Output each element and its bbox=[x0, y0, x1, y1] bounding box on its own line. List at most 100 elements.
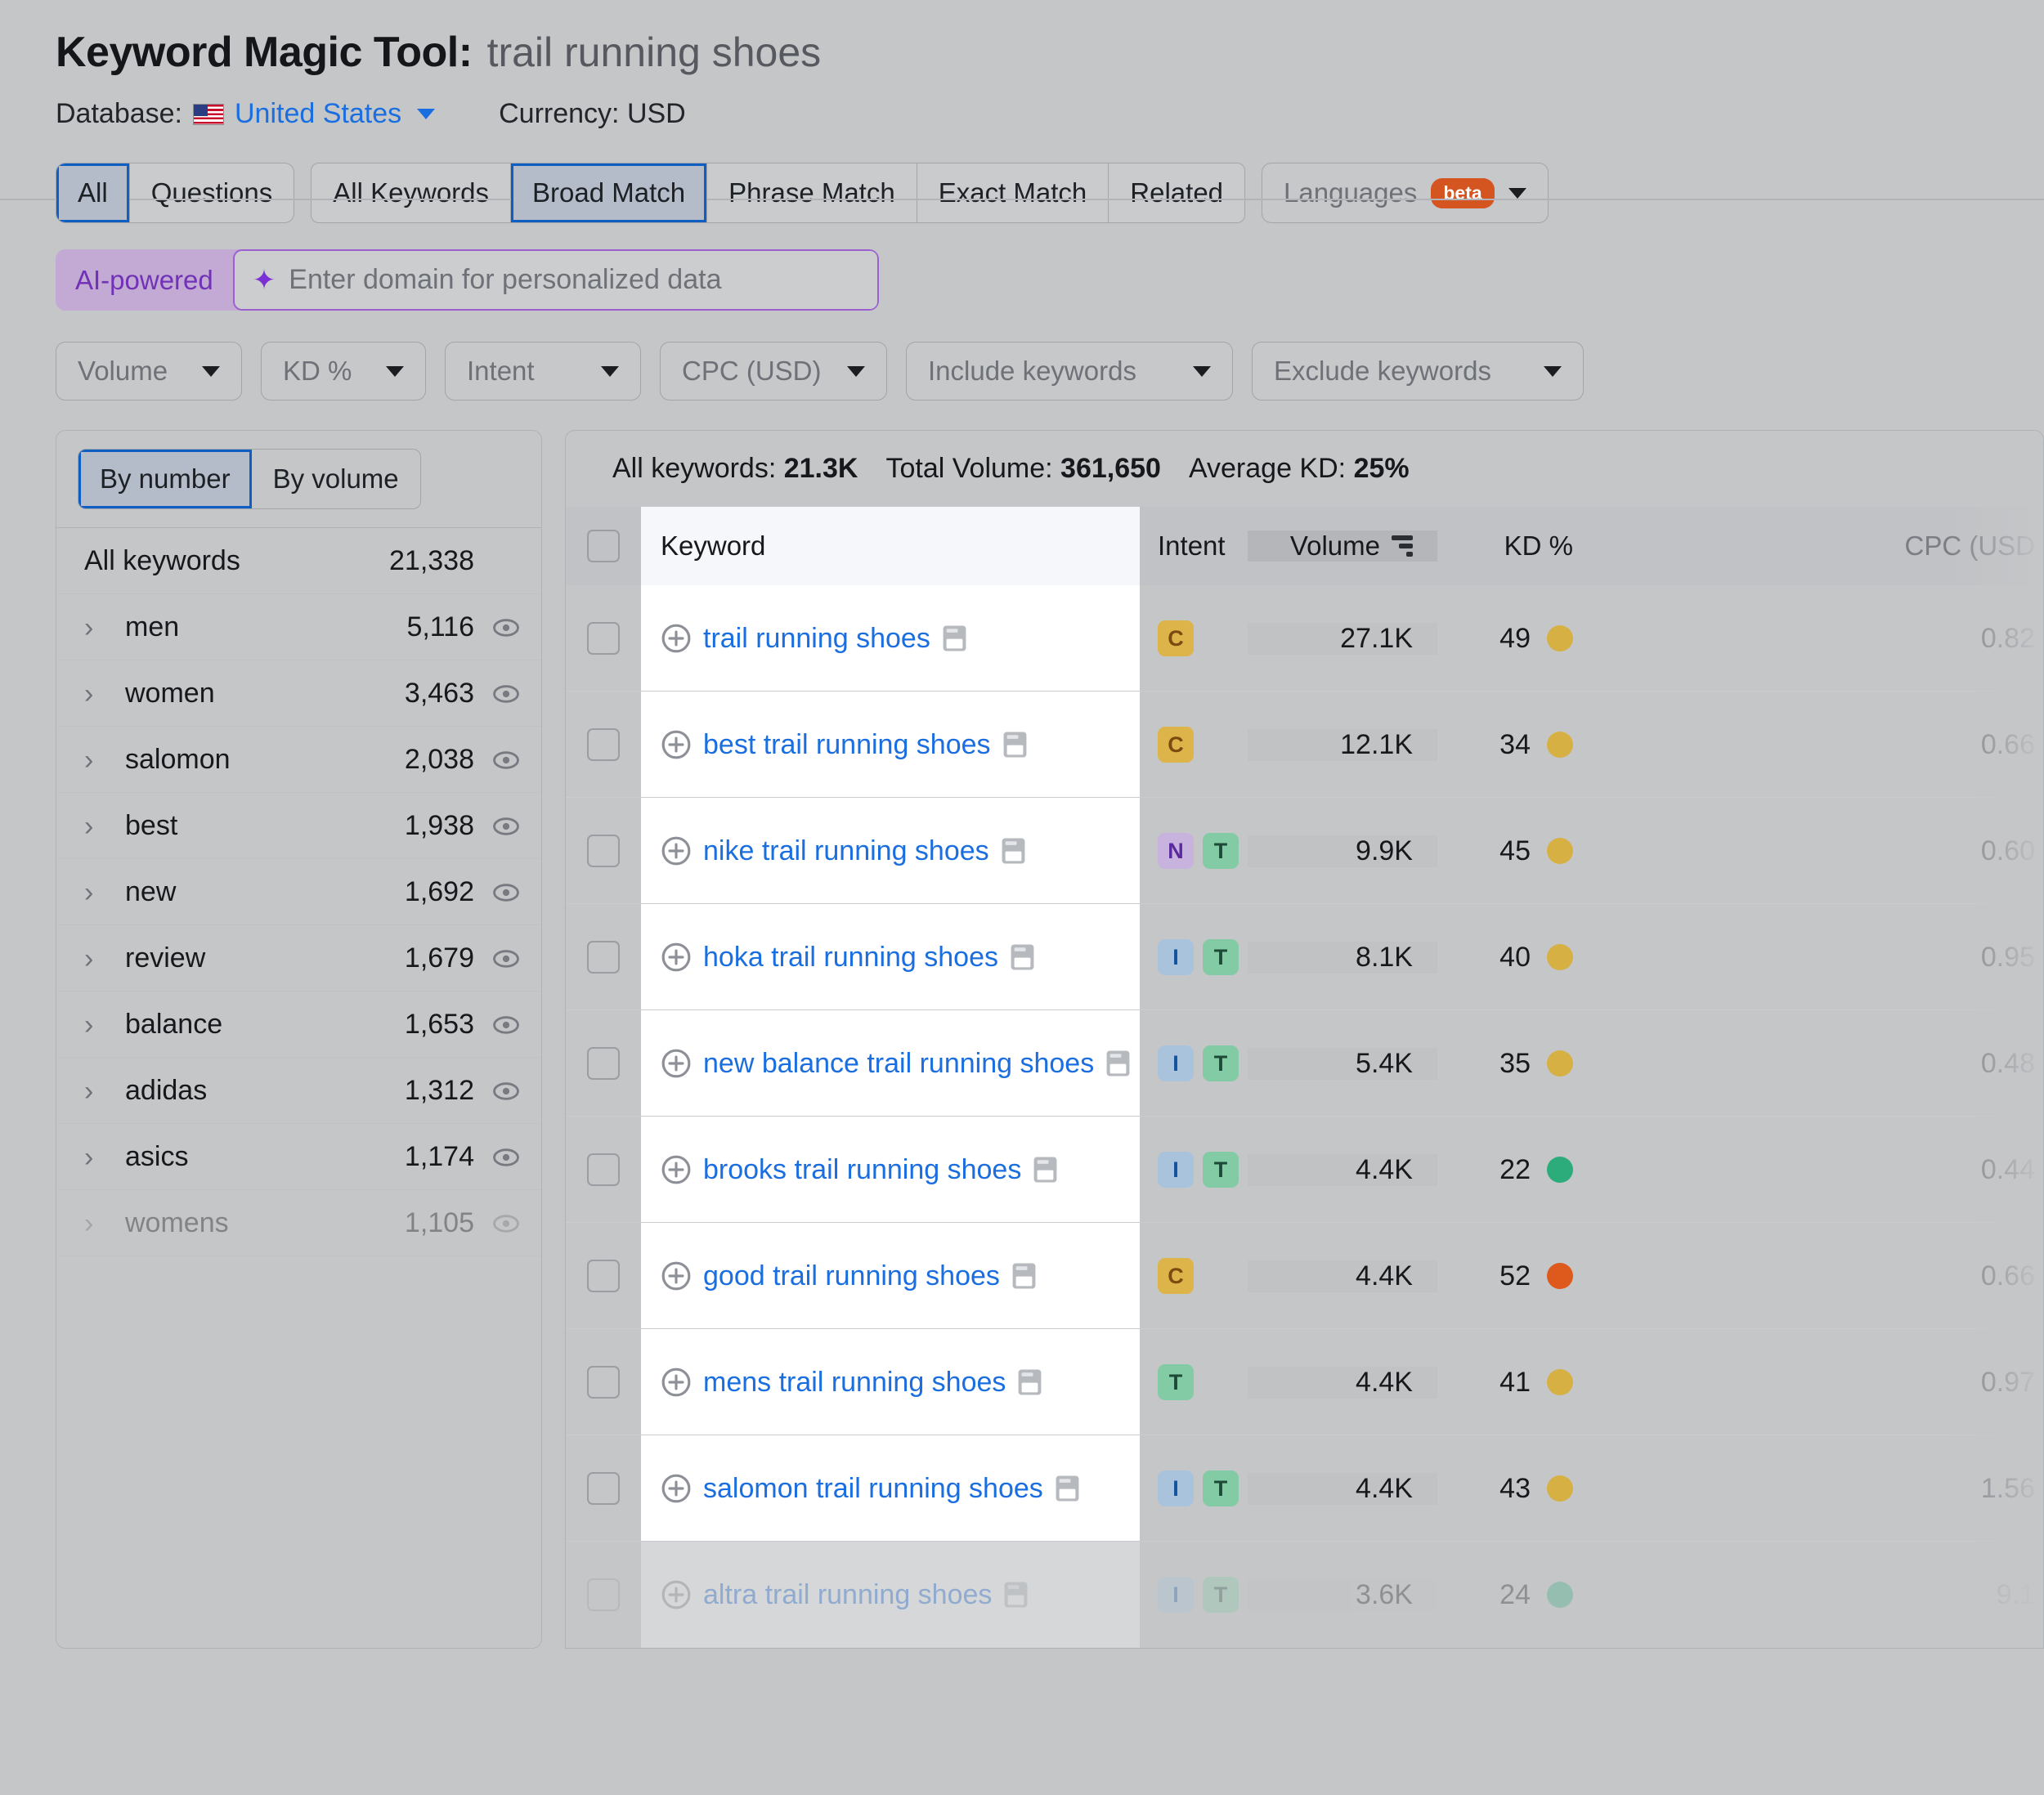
chevron-right-icon[interactable]: › bbox=[84, 614, 109, 642]
add-keyword-icon[interactable] bbox=[661, 623, 692, 654]
add-keyword-icon[interactable] bbox=[661, 1473, 692, 1504]
add-keyword-icon[interactable] bbox=[661, 1260, 692, 1291]
sidebar-toggle-by-volume[interactable]: By volume bbox=[252, 450, 420, 508]
table-row[interactable]: hoka trail running shoes I T 8.1K 40 0.95 bbox=[566, 904, 2043, 1010]
table-row[interactable]: trail running shoes C 27.1K 49 0.82 bbox=[566, 585, 2043, 692]
serp-features-icon[interactable] bbox=[1001, 837, 1026, 865]
languages-dropdown[interactable]: Languages beta bbox=[1262, 163, 1549, 223]
domain-input-wrapper[interactable]: ✦ Enter domain for personalized data bbox=[232, 249, 879, 311]
serp-features-icon[interactable] bbox=[1033, 1156, 1058, 1184]
filter-include-keywords[interactable]: Include keywords bbox=[906, 342, 1233, 401]
row-checkbox[interactable] bbox=[587, 941, 620, 974]
tab-broad-match[interactable]: Broad Match bbox=[511, 163, 708, 222]
row-checkbox[interactable] bbox=[587, 1472, 620, 1505]
table-row[interactable]: new balance trail running shoes I T 5.4K 35 0… bbox=[566, 1010, 2043, 1117]
row-checkbox[interactable] bbox=[587, 1153, 620, 1186]
row-checkbox-cell[interactable] bbox=[566, 622, 641, 655]
chevron-right-icon[interactable]: › bbox=[84, 879, 109, 906]
row-checkbox[interactable] bbox=[587, 728, 620, 761]
filter-intent[interactable]: Intent bbox=[445, 342, 641, 401]
table-row[interactable]: brooks trail running shoes I T 4.4K 22 0.44 bbox=[566, 1117, 2043, 1223]
column-header-volume[interactable]: Volume bbox=[1248, 530, 1437, 562]
sidebar-item-salomon[interactable]: › salomon 2,038 bbox=[56, 727, 541, 793]
eye-icon[interactable] bbox=[492, 812, 520, 840]
serp-features-icon[interactable] bbox=[1017, 1368, 1042, 1396]
keyword-link[interactable]: good trail running shoes bbox=[703, 1260, 1000, 1292]
serp-features-icon[interactable] bbox=[942, 624, 967, 652]
table-row[interactable]: altra trail running shoes I T 3.6K 24 9.1 bbox=[566, 1542, 2043, 1648]
filter-cpc-usd[interactable]: CPC (USD) bbox=[660, 342, 887, 401]
row-checkbox[interactable] bbox=[587, 1366, 620, 1399]
row-checkbox-cell[interactable] bbox=[566, 941, 641, 974]
row-checkbox-cell[interactable] bbox=[566, 1260, 641, 1292]
keyword-link[interactable]: trail running shoes bbox=[703, 623, 930, 655]
keyword-link[interactable]: new balance trail running shoes bbox=[703, 1048, 1094, 1080]
eye-icon[interactable] bbox=[492, 1210, 520, 1238]
table-row[interactable]: good trail running shoes C 4.4K 52 0.66 bbox=[566, 1223, 2043, 1329]
sort-descending-icon[interactable] bbox=[1392, 535, 1413, 557]
sidebar-item-women[interactable]: › women 3,463 bbox=[56, 660, 541, 727]
add-keyword-icon[interactable] bbox=[661, 729, 692, 760]
sidebar-item-asics[interactable]: › asics 1,174 bbox=[56, 1124, 541, 1190]
chevron-right-icon[interactable]: › bbox=[84, 1144, 109, 1171]
table-row[interactable]: best trail running shoes C 12.1K 34 0.66 bbox=[566, 692, 2043, 798]
table-row[interactable]: nike trail running shoes N T 9.9K 45 0.60 bbox=[566, 798, 2043, 904]
keyword-link[interactable]: mens trail running shoes bbox=[703, 1367, 1006, 1399]
sidebar-item-men[interactable]: › men 5,116 bbox=[56, 594, 541, 660]
sidebar-item-balance[interactable]: › balance 1,653 bbox=[56, 992, 541, 1058]
row-checkbox-cell[interactable] bbox=[566, 728, 641, 761]
serp-features-icon[interactable] bbox=[1055, 1475, 1080, 1502]
tab-all[interactable]: All bbox=[56, 163, 130, 222]
filter-volume[interactable]: Volume bbox=[56, 342, 242, 401]
row-checkbox-cell[interactable] bbox=[566, 1366, 641, 1399]
row-checkbox[interactable] bbox=[587, 835, 620, 867]
add-keyword-icon[interactable] bbox=[661, 942, 692, 973]
select-all-checkbox-cell[interactable] bbox=[566, 530, 641, 562]
eye-icon[interactable] bbox=[492, 680, 520, 708]
row-checkbox[interactable] bbox=[587, 1260, 620, 1292]
serp-features-icon[interactable] bbox=[1002, 731, 1028, 759]
column-header-keyword[interactable]: Keyword bbox=[641, 507, 1140, 585]
database-value[interactable]: United States bbox=[235, 98, 401, 130]
keyword-link[interactable]: hoka trail running shoes bbox=[703, 942, 998, 974]
keyword-link[interactable]: best trail running shoes bbox=[703, 729, 991, 761]
table-row[interactable]: mens trail running shoes T 4.4K 41 0.97 bbox=[566, 1329, 2043, 1435]
table-row[interactable]: salomon trail running shoes I T 4.4K 43 1.56 bbox=[566, 1435, 2043, 1542]
add-keyword-icon[interactable] bbox=[661, 1048, 692, 1079]
column-header-cpc[interactable]: CPC (USD bbox=[1585, 530, 2043, 562]
eye-icon[interactable] bbox=[492, 945, 520, 973]
chevron-right-icon[interactable]: › bbox=[84, 1210, 109, 1238]
chevron-right-icon[interactable]: › bbox=[84, 680, 109, 708]
sidebar-item-best[interactable]: › best 1,938 bbox=[56, 793, 541, 859]
add-keyword-icon[interactable] bbox=[661, 1367, 692, 1398]
sidebar-item-womens[interactable]: › womens 1,105 bbox=[56, 1190, 541, 1256]
domain-input-placeholder[interactable]: Enter domain for personalized data bbox=[289, 264, 721, 296]
column-header-intent[interactable]: Intent bbox=[1140, 530, 1248, 562]
add-keyword-icon[interactable] bbox=[661, 1154, 692, 1185]
row-checkbox-cell[interactable] bbox=[566, 835, 641, 867]
row-checkbox[interactable] bbox=[587, 1578, 620, 1611]
row-checkbox-cell[interactable] bbox=[566, 1047, 641, 1080]
tab-questions[interactable]: Questions bbox=[130, 163, 294, 222]
add-keyword-icon[interactable] bbox=[661, 835, 692, 866]
column-header-kd[interactable]: KD % bbox=[1437, 530, 1585, 562]
eye-icon[interactable] bbox=[492, 1144, 520, 1171]
database-selector[interactable]: Database: United States bbox=[56, 98, 436, 130]
add-keyword-icon[interactable] bbox=[661, 1579, 692, 1610]
sidebar-item-new[interactable]: › new 1,692 bbox=[56, 859, 541, 925]
tab-exact-match[interactable]: Exact Match bbox=[917, 163, 1109, 222]
keyword-link[interactable]: nike trail running shoes bbox=[703, 835, 989, 867]
serp-features-icon[interactable] bbox=[1011, 1262, 1037, 1290]
keyword-link[interactable]: salomon trail running shoes bbox=[703, 1473, 1043, 1505]
select-all-checkbox[interactable] bbox=[587, 530, 620, 562]
row-checkbox[interactable] bbox=[587, 622, 620, 655]
chevron-right-icon[interactable]: › bbox=[84, 945, 109, 973]
row-checkbox-cell[interactable] bbox=[566, 1153, 641, 1186]
chevron-right-icon[interactable]: › bbox=[84, 1077, 109, 1105]
tab-all-keywords[interactable]: All Keywords bbox=[312, 163, 512, 222]
sidebar-item-all-keywords[interactable]: All keywords 21,338 bbox=[56, 528, 541, 594]
eye-icon[interactable] bbox=[492, 879, 520, 906]
chevron-right-icon[interactable]: › bbox=[84, 746, 109, 774]
sidebar-item-adidas[interactable]: › adidas 1,312 bbox=[56, 1058, 541, 1124]
filter-exclude-keywords[interactable]: Exclude keywords bbox=[1252, 342, 1584, 401]
